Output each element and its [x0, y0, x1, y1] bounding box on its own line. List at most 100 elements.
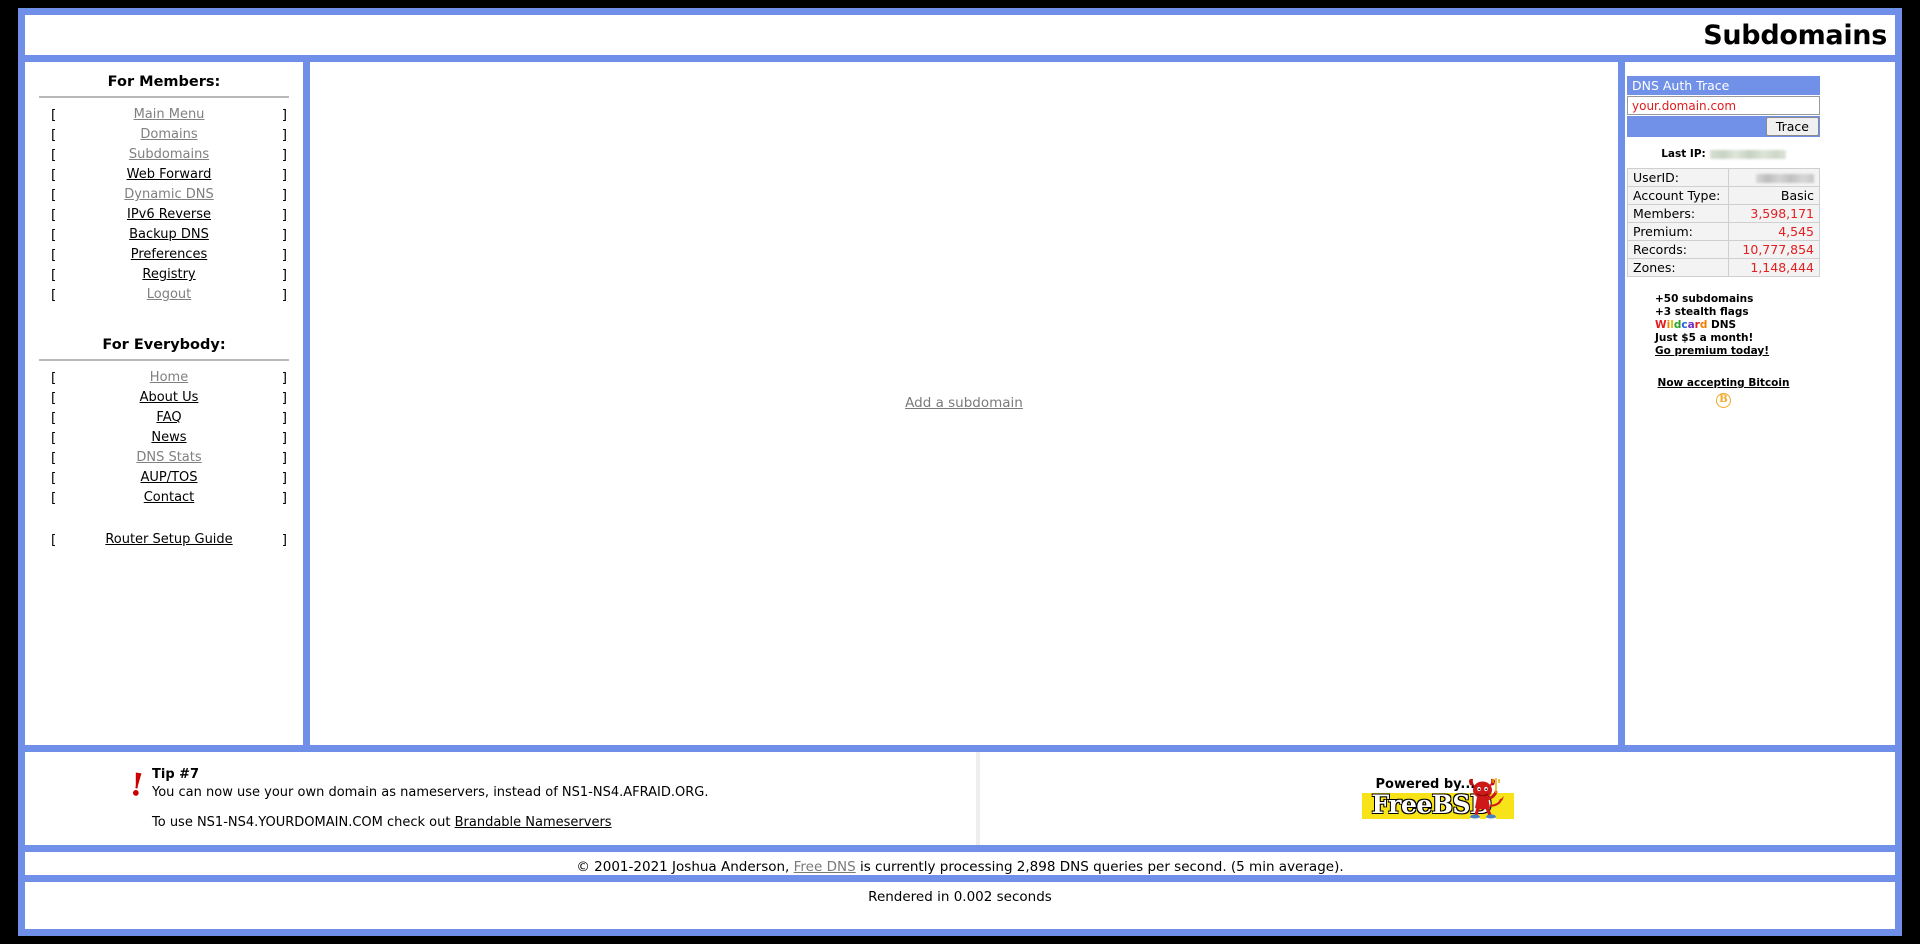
- nav-item-logout[interactable]: [Logout]: [25, 285, 303, 305]
- trace-button[interactable]: Trace: [1765, 117, 1819, 136]
- stats-row: Zones: 1,148,444: [1627, 258, 1820, 277]
- stats-value: Basic: [1728, 186, 1820, 205]
- right-sidebar: DNS Auth Trace Trace Last IP: UserID:Acc…: [1625, 62, 1895, 745]
- bracket-close: ]: [281, 370, 287, 386]
- sidebar-item-link[interactable]: Router Setup Guide: [105, 532, 232, 547]
- nav-link-cell: Preferences: [65, 245, 273, 265]
- wildcard-suffix: DNS: [1707, 319, 1737, 331]
- stats-row: Members: 3,598,171: [1627, 204, 1820, 223]
- add-subdomain-link[interactable]: Add a subdomain: [905, 395, 1023, 411]
- brandable-nameservers-link[interactable]: Brandable Nameservers: [455, 815, 612, 830]
- nav-item-web-forward[interactable]: [Web Forward]: [25, 165, 303, 185]
- nav-item-router-setup-guide[interactable]: [Router Setup Guide]: [25, 530, 303, 550]
- stats-label: UserID:: [1627, 168, 1729, 187]
- nav-item-aup-tos[interactable]: [AUP/TOS]: [25, 468, 303, 488]
- promo-wildcard-line: Wildcard DNS: [1627, 319, 1820, 332]
- footer-render-time: Rendered in 0.002 seconds: [25, 875, 1895, 905]
- dns-auth-trace-title: DNS Auth Trace: [1627, 76, 1820, 95]
- bsd-daemon-icon: [1468, 777, 1504, 820]
- promo-line-2: +3 stealth flags: [1655, 306, 1749, 318]
- sidebar-item-link[interactable]: Preferences: [131, 247, 207, 262]
- sidebar-item-link[interactable]: Dynamic DNS: [124, 187, 213, 202]
- nav-item-subdomains[interactable]: [Subdomains]: [25, 145, 303, 165]
- nav-link-cell: News: [65, 428, 273, 448]
- bracket-open: [: [51, 532, 57, 548]
- bracket-close: ]: [281, 127, 287, 143]
- stats-label: Members:: [1627, 204, 1729, 223]
- nav-item-main-menu[interactable]: [Main Menu]: [25, 105, 303, 125]
- bracket-close: ]: [281, 430, 287, 446]
- everybody-nav-list: [Home] [About Us] [FAQ] [News] [DNS Stats] [A…: [25, 368, 303, 508]
- nav-item-home[interactable]: [ Home]: [25, 368, 303, 388]
- bitcoin-icon: B: [1716, 393, 1731, 408]
- free-dns-link[interactable]: Free DNS: [794, 859, 856, 875]
- sidebar-item-link[interactable]: DNS Stats: [136, 450, 201, 465]
- members-heading: For Members:: [107, 74, 221, 90]
- trace-domain-input[interactable]: [1627, 96, 1820, 115]
- premium-promo: +50 subdomains +3 stealth flags Wildcard…: [1627, 293, 1820, 358]
- freebsd-badge[interactable]: FreeBSD Powered by...: [1361, 777, 1514, 820]
- nav-item-preferences[interactable]: [Preferences]: [25, 245, 303, 265]
- nav-item-backup-dns[interactable]: [Backup DNS]: [25, 225, 303, 245]
- sidebar-item-link[interactable]: Main Menu: [134, 107, 205, 122]
- tip-row: ! Tip #7 You can now use your own domain…: [25, 745, 1895, 845]
- bracket-open: [: [51, 187, 57, 203]
- bracket-open: [: [51, 430, 57, 446]
- sidebar-item-link[interactable]: About Us: [140, 390, 199, 405]
- nav-link-cell: Dynamic DNS: [65, 185, 273, 205]
- nav-item-ipv6-reverse[interactable]: [IPv6 Reverse]: [25, 205, 303, 225]
- bracket-close: ]: [281, 470, 287, 486]
- sidebar-item-link[interactable]: Web Forward: [127, 167, 212, 182]
- copyright-suffix: is currently processing 2,898 DNS querie…: [855, 859, 1344, 875]
- stats-label: Records:: [1627, 240, 1729, 259]
- nav-item-dynamic-dns[interactable]: [ Dynamic DNS]: [25, 185, 303, 205]
- nav-item-domains[interactable]: [ Domains]: [25, 125, 303, 145]
- stats-value: 3,598,171: [1728, 204, 1820, 223]
- nav-item-contact[interactable]: [Contact]: [25, 488, 303, 508]
- sidebar-item-link[interactable]: Domains: [140, 127, 197, 142]
- bracket-close: ]: [281, 410, 287, 426]
- nav-item-about-us[interactable]: [About Us]: [25, 388, 303, 408]
- bracket-open: [: [51, 450, 57, 466]
- sidebar-item-link[interactable]: IPv6 Reverse: [127, 207, 211, 222]
- nav-link-cell: Logout: [65, 285, 273, 305]
- sidebar-item-link[interactable]: FAQ: [156, 410, 181, 425]
- nav-link-cell: Router Setup Guide: [65, 530, 273, 550]
- nav-item-faq[interactable]: [FAQ]: [25, 408, 303, 428]
- promo-line-4: Just $5 a month!: [1655, 332, 1754, 344]
- sidebar-item-link[interactable]: AUP/TOS: [140, 470, 197, 485]
- sidebar-item-link[interactable]: Subdomains: [129, 147, 209, 162]
- bracket-close: ]: [281, 187, 287, 203]
- bracket-close: ]: [281, 450, 287, 466]
- sidebar-item-link[interactable]: Contact: [144, 490, 195, 505]
- stats-value: 4,545: [1728, 222, 1820, 241]
- sidebar-item-link[interactable]: Backup DNS: [129, 227, 209, 242]
- stats-label: Premium:: [1627, 222, 1729, 241]
- bracket-close: ]: [281, 247, 287, 263]
- sidebar-item-link[interactable]: News: [151, 430, 186, 445]
- nav-link-cell: Web Forward: [65, 165, 273, 185]
- nav-item-registry[interactable]: [Registry]: [25, 265, 303, 285]
- sidebar-item-link[interactable]: Logout: [147, 287, 192, 302]
- nav-link-cell: DNS Stats: [65, 448, 273, 468]
- header-bar: Subdomains: [25, 15, 1895, 55]
- nav-link-cell: IPv6 Reverse: [65, 205, 273, 225]
- body-row: For Members: [Main Menu] [Domains] [Subdom…: [25, 55, 1895, 745]
- stats-label: Zones:: [1627, 258, 1729, 277]
- main-content-inner: Add a subdomain: [310, 392, 1618, 411]
- account-stats-table: UserID: Account Type: Basic Members: 3,598,1…: [1627, 168, 1820, 277]
- sidebar-item-link[interactable]: Registry: [142, 267, 195, 282]
- nav-link-cell: About Us: [65, 388, 273, 408]
- bracket-open: [: [51, 127, 57, 143]
- go-premium-link[interactable]: Go premium today!: [1655, 345, 1769, 357]
- bracket-close: ]: [281, 207, 287, 223]
- bracket-open: [: [51, 370, 57, 386]
- copyright-prefix: © 2001-2021 Joshua Anderson,: [576, 859, 794, 875]
- tip-cell: ! Tip #7 You can now use your own domain…: [25, 752, 980, 845]
- sidebar-item-link[interactable]: Home: [150, 370, 188, 385]
- nav-item-news[interactable]: [ News]: [25, 428, 303, 448]
- wildcard-word: Wildcard: [1655, 319, 1707, 331]
- accepting-bitcoin-link[interactable]: Now accepting Bitcoin: [1658, 377, 1790, 389]
- nav-item-dns-stats[interactable]: [ DNS Stats]: [25, 448, 303, 468]
- stats-value: [1728, 168, 1820, 187]
